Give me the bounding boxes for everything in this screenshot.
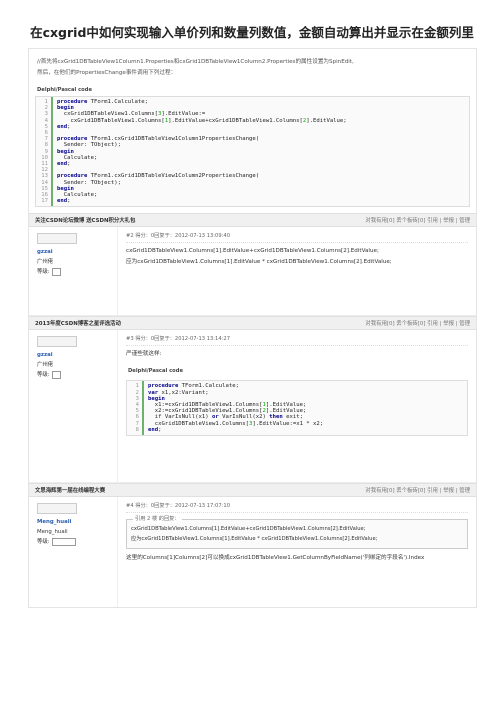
post-line: 应为cxGrid1DBTableView1.Columns[1].EditVal…: [126, 259, 392, 266]
quote-header: 引用 2 楼 的回复：: [133, 514, 182, 525]
code-label: Delphi/Pascal code: [37, 87, 92, 93]
user-level: 等级:: [37, 537, 113, 547]
promo-link[interactable]: 关注CSDN论坛微博 送CSDN积分大礼包: [35, 216, 135, 224]
reply-post: Meng_huali Meng_huali 等级: #4 得分：0回复于：201…: [29, 497, 476, 608]
post-meta: #4 得分：0回复于：2012-07-13 17:07:10: [126, 501, 468, 514]
post-line: cxGrid1DBTableView1.Columns[1].EditValue…: [126, 248, 379, 255]
username[interactable]: Meng_huali: [37, 517, 113, 527]
level-icon: [51, 267, 61, 276]
user-location: 广州佬: [37, 259, 54, 266]
user-level: 等级:: [37, 267, 113, 277]
user-panel: gzzai 广州佬 等级:: [29, 227, 118, 316]
user-location: 广州佬: [37, 362, 54, 369]
code-block: 1 2 3 4 5 6 7 8 9 10 11 12 13 14 15 16 1…: [35, 96, 470, 208]
line-numbers: 1 2 3 4 5 6 7 8: [127, 381, 144, 436]
user-level: 等级:: [37, 370, 113, 380]
post-meta: #3 得分：0回复于：2012-07-13 13:14:27: [126, 334, 468, 347]
quote-line: cxGrid1DBTableView1.Columns[1].EditValue…: [131, 526, 366, 533]
user-panel: Meng_huali Meng_huali 等级:: [29, 497, 118, 608]
level-icon: [51, 537, 76, 546]
post-content: #4 得分：0回复于：2012-07-13 17:07:10 引用 2 楼 的回…: [118, 497, 476, 607]
post-actions[interactable]: 对我有用[0] 丢个板砖[0] 引用 | 举报 | 管理: [365, 319, 470, 327]
post-line: 严谨些就这样:: [126, 351, 162, 358]
quote-line: 应为cxGrid1DBTableView1.Columns[1].EditVal…: [131, 536, 378, 543]
code-label: Delphi/Pascal code: [128, 368, 183, 375]
username[interactable]: gzzai: [37, 350, 113, 360]
line-numbers: 1 2 3 4 5 6 7 8 9 10 11 12 13 14 15 16 1…: [36, 97, 53, 207]
post-toolbar: 关注CSDN论坛微博 送CSDN积分大礼包 对我有用[0] 丢个板砖[0] 引用…: [29, 213, 476, 228]
post-content: #2 得分：0回复于：2012-07-13 13:09:40 cxGrid1DB…: [118, 227, 476, 315]
post-actions[interactable]: 对我有用[0] 丢个板砖[0] 引用 | 举报 | 管理: [365, 216, 470, 224]
intro-line: //首先将cxGrid1DBTableView1Column1.Properti…: [37, 59, 354, 65]
post-line: 这里的Columns[1]Columns[2]可以换成cxGrid1DBTabl…: [126, 555, 425, 562]
code-block: 1 2 3 4 5 6 7 8 procedure TForm1.Calcula…: [126, 380, 468, 437]
intro-line: 然后，在他们的PropertiesChange事件调用下列过程：: [37, 70, 177, 76]
post-toolbar: 文思海辉第一届在线编程大赛 对我有用[0] 丢个板砖[0] 引用 | 举报 | …: [29, 483, 476, 498]
post-meta: #2 得分：0回复于：2012-07-13 13:09:40: [126, 231, 468, 244]
post-toolbar: 2013年度CSDN博客之星评选活动 对我有用[0] 丢个板砖[0] 引用 | …: [29, 316, 476, 331]
username[interactable]: gzzai: [37, 247, 113, 257]
page-title: 在cxgrid中如何实现输入单价列和数量列数值，金额自动算出并显示在金额列里: [30, 25, 474, 40]
user-panel: gzzai 广州佬 等级:: [29, 330, 118, 483]
reply-post: gzzai 广州佬 等级: #2 得分：0回复于：2012-07-13 13:0…: [29, 227, 476, 317]
code-lines: procedure TForm1.Calculate; var x1,x2:Va…: [148, 383, 324, 433]
avatar: [37, 233, 77, 245]
promo-link[interactable]: 2013年度CSDN博客之星评选活动: [35, 319, 121, 327]
quote-block: 引用 2 楼 的回复： cxGrid1DBTableView1.Columns[…: [126, 514, 468, 550]
promo-link[interactable]: 文思海辉第一届在线编程大赛: [35, 486, 105, 494]
post-content: #3 得分：0回复于：2012-07-13 13:14:27 严谨些就这样: D…: [118, 330, 476, 482]
question-body: //首先将cxGrid1DBTableView1Column1.Properti…: [29, 49, 476, 85]
reply-post: gzzai 广州佬 等级: #3 得分：0回复于：2012-07-13 13:1…: [29, 330, 476, 484]
avatar: [37, 503, 77, 515]
thread-container: //首先将cxGrid1DBTableView1Column1.Properti…: [28, 48, 477, 609]
user-location: Meng_huali: [37, 529, 68, 536]
avatar: [37, 336, 77, 348]
post-actions[interactable]: 对我有用[0] 丢个板砖[0] 引用 | 举报 | 管理: [365, 486, 470, 494]
code-lines: procedure TForm1.Calculate; begin cxGrid…: [57, 99, 347, 205]
level-icon: [51, 370, 61, 379]
